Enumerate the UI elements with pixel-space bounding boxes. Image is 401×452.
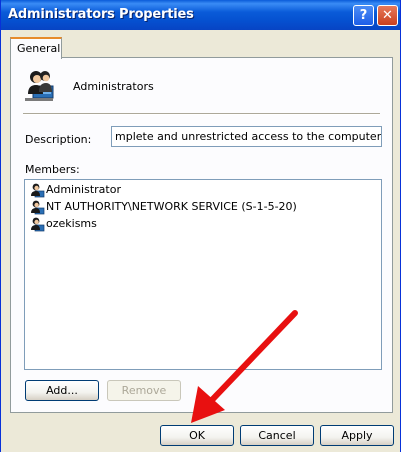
general-panel: Administrators Description: mplete and u… (10, 57, 393, 413)
user-icon (31, 217, 45, 231)
members-list[interactable]: Administrator NT AUTHORITY\NETWORK SERVI… (24, 179, 382, 370)
user-icon (31, 200, 45, 214)
cancel-button[interactable]: Cancel (240, 425, 314, 446)
add-button[interactable]: Add... (25, 380, 99, 401)
member-name: ozekisms (46, 217, 97, 230)
description-label: Description: (25, 133, 92, 146)
description-field[interactable]: mplete and unrestricted access to the co… (111, 126, 382, 147)
user-icon (31, 183, 45, 197)
list-item[interactable]: ozekisms (29, 215, 97, 232)
group-name: Administrators (73, 80, 154, 93)
separator (23, 113, 380, 115)
apply-button[interactable]: Apply (320, 425, 394, 446)
title-bar[interactable]: Administrators Properties ? ✕ (1, 0, 400, 30)
group-users-icon (25, 71, 54, 101)
remove-button[interactable]: Remove (107, 380, 181, 401)
close-button[interactable]: ✕ (377, 5, 398, 26)
tab-general[interactable]: General (10, 37, 62, 59)
help-button[interactable]: ? (353, 5, 374, 26)
ok-button[interactable]: OK (160, 425, 234, 446)
member-name: Administrator (46, 183, 121, 196)
list-item[interactable]: Administrator (29, 181, 121, 198)
properties-dialog: Administrators Properties ? ✕ General Ad… (0, 0, 401, 452)
tab-general-label: General (17, 42, 61, 55)
list-item[interactable]: NT AUTHORITY\NETWORK SERVICE (S-1-5-20) (29, 198, 297, 215)
window-title: Administrators Properties (8, 7, 194, 22)
member-name: NT AUTHORITY\NETWORK SERVICE (S-1-5-20) (46, 200, 297, 213)
members-label: Members: (25, 163, 80, 176)
